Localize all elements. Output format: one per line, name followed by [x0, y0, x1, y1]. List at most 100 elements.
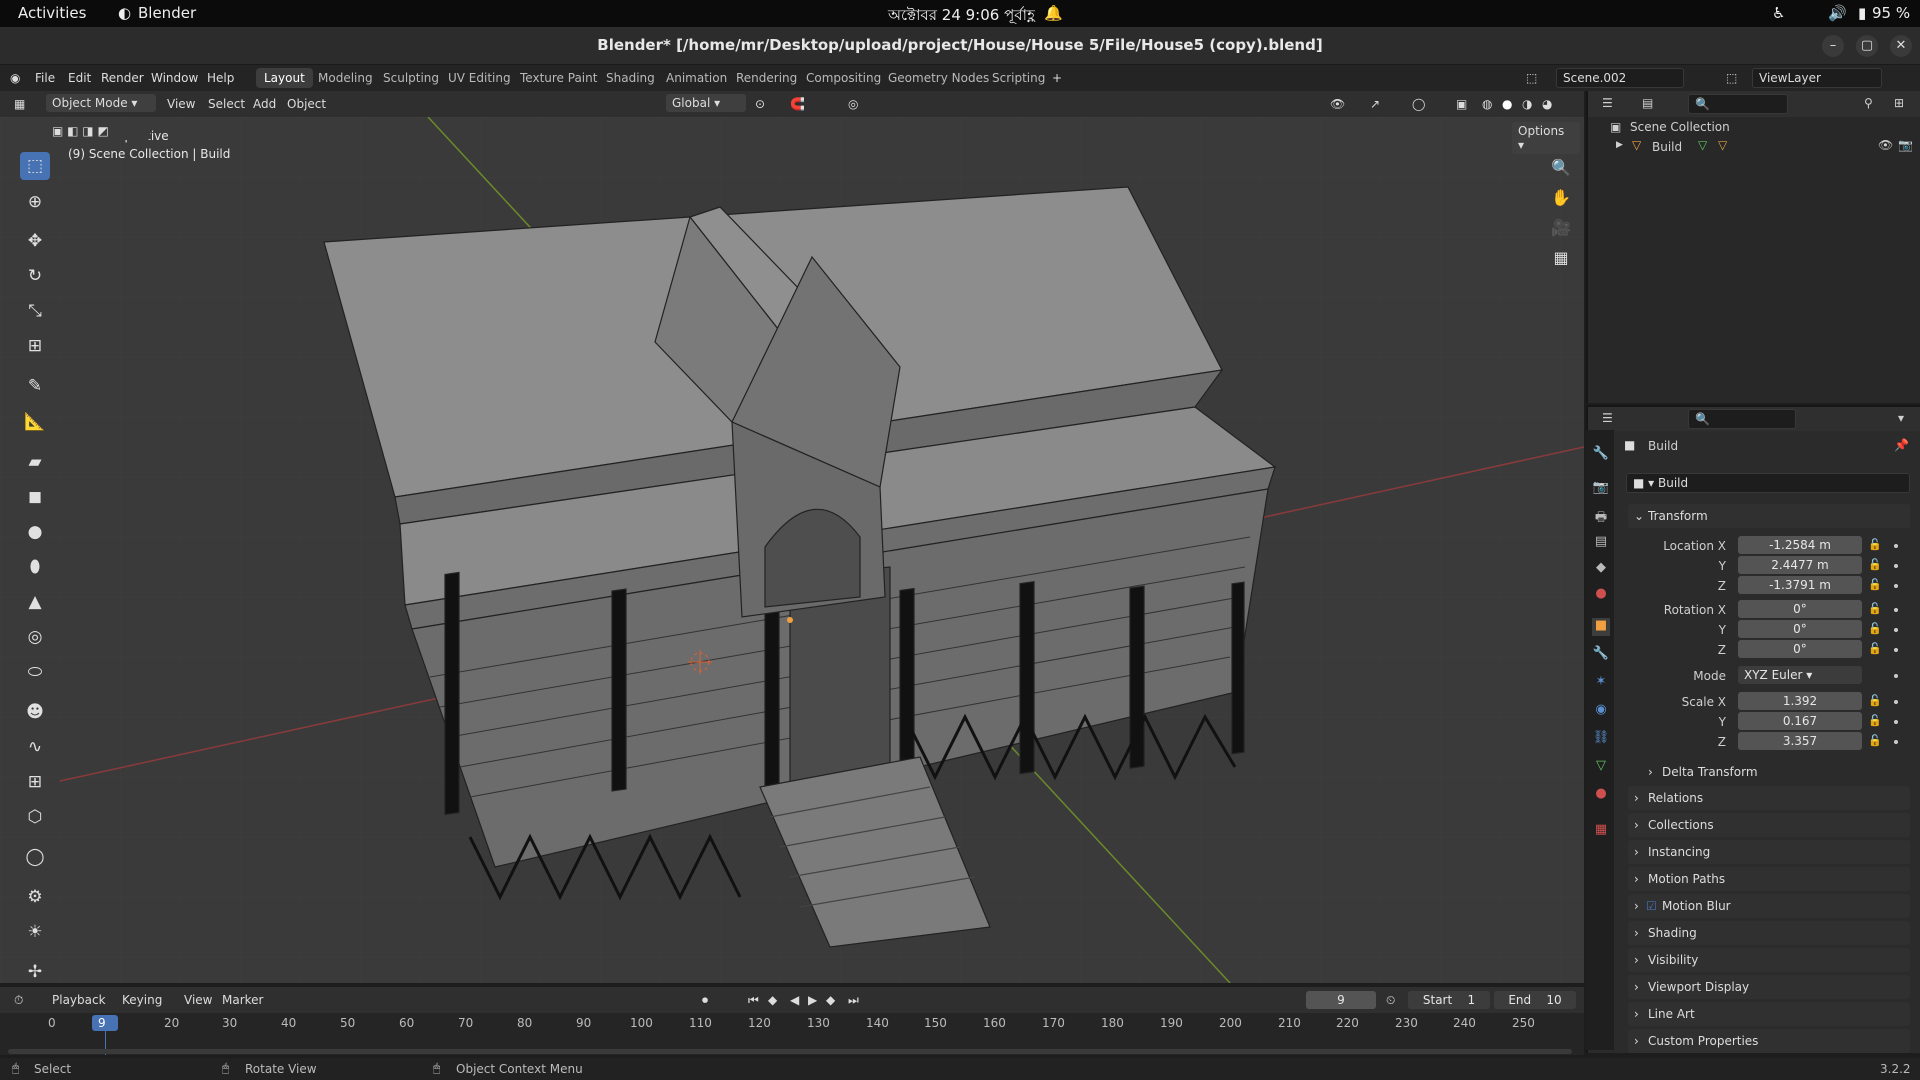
timeline-editor-icon[interactable]: ⏱	[14, 993, 23, 1008]
select-mode-buttons[interactable]: ▣ ◧ ◨ ◩	[46, 122, 150, 140]
keyframe-dot[interactable]	[1894, 564, 1898, 568]
lock-icon[interactable]: 🔓	[1868, 694, 1882, 707]
viewport-display-section[interactable]: › Viewport Display	[1628, 975, 1910, 999]
scale-icon[interactable]: ⤡	[20, 297, 50, 325]
overlay-icon[interactable]: ◯	[1412, 97, 1425, 111]
play-icon[interactable]: ▶	[808, 993, 817, 1007]
rendered-shading-icon[interactable]: ◕	[1542, 97, 1552, 111]
pan-hand-icon[interactable]: ✋	[1548, 185, 1574, 211]
camera-icon[interactable]: 🎥	[1548, 215, 1574, 241]
app-menu[interactable]: Blender	[138, 4, 196, 22]
zoom-icon[interactable]: 🔍	[1548, 155, 1574, 181]
menu-select[interactable]: Select	[208, 97, 245, 111]
activities-button[interactable]: Activities	[18, 4, 86, 22]
timeline-view-menu[interactable]: View	[184, 993, 212, 1007]
keyframe-dot[interactable]	[1894, 544, 1898, 548]
add-cube-icon[interactable]: ◼	[20, 483, 50, 511]
tab-animation[interactable]: Animation	[658, 68, 735, 88]
add-empty-icon[interactable]: ✢	[20, 958, 50, 986]
add-light-icon[interactable]: ☀	[20, 918, 50, 946]
menu-render[interactable]: Render	[101, 71, 144, 85]
mode-selector[interactable]: Object Mode ▾	[46, 94, 156, 112]
xray-icon[interactable]: ▣	[1456, 97, 1467, 111]
location-x-field[interactable]: -1.2584 m	[1738, 536, 1862, 554]
line-art-section[interactable]: › Line Art	[1628, 1002, 1910, 1026]
tab-layout[interactable]: Layout	[256, 68, 313, 88]
properties-editor-icon[interactable]: ☰	[1602, 411, 1613, 425]
tab-compositing[interactable]: Compositing	[798, 68, 889, 88]
world-tab-icon[interactable]: ●	[1592, 586, 1610, 604]
add-cylinder-icon[interactable]: ⬮	[20, 553, 50, 581]
lock-icon[interactable]: 🔓	[1868, 642, 1882, 655]
render-tab-icon[interactable]: 📷	[1592, 480, 1610, 498]
particles-tab-icon[interactable]: ✶	[1592, 674, 1610, 692]
transform-section-header[interactable]: ⌄ Transform	[1628, 504, 1910, 528]
instancing-section[interactable]: › Instancing	[1628, 840, 1910, 864]
add-torus-icon[interactable]: ◎	[20, 623, 50, 651]
location-y-field[interactable]: 2.4477 m	[1738, 556, 1862, 574]
delta-transform-section[interactable]: › Delta Transform	[1628, 760, 1910, 784]
scale-x-field[interactable]: 1.392	[1738, 692, 1862, 710]
add-gear-icon[interactable]: ⚙	[20, 883, 50, 911]
lock-icon[interactable]: 🔓	[1868, 558, 1882, 571]
pivot-icon[interactable]: ⊙	[755, 97, 765, 111]
properties-options-icon[interactable]: ▾	[1898, 411, 1904, 425]
keyframe-dot[interactable]	[1894, 720, 1898, 724]
rotation-z-field[interactable]: 0°	[1738, 640, 1862, 658]
lock-icon[interactable]: 🔓	[1868, 734, 1882, 747]
marker-menu[interactable]: Marker	[222, 993, 263, 1007]
rotation-x-field[interactable]: 0°	[1738, 600, 1862, 618]
keyframe-dot[interactable]	[1894, 740, 1898, 744]
current-frame-field[interactable]: 9	[1306, 991, 1376, 1009]
orientation-selector[interactable]: Global ▾	[666, 94, 746, 112]
transform-icon[interactable]: ⊞	[20, 332, 50, 360]
texture-tab-icon[interactable]: ▦	[1592, 822, 1610, 840]
collections-section[interactable]: › Collections	[1628, 813, 1910, 837]
display-mode-icon[interactable]: ▤	[1642, 96, 1653, 110]
tab-modeling[interactable]: Modeling	[310, 68, 381, 88]
jump-keyframe-forward-icon[interactable]: ◆	[826, 993, 835, 1007]
lock-icon[interactable]: 🔓	[1868, 538, 1882, 551]
tab-geometry-nodes[interactable]: Geometry Nodes	[880, 68, 997, 88]
add-grid-icon[interactable]: ⊞	[20, 768, 50, 796]
new-collection-icon[interactable]: ⊞	[1894, 96, 1904, 110]
data-tab-icon[interactable]: ▽	[1592, 758, 1610, 776]
snap-icon[interactable]: 🧲	[790, 97, 805, 111]
add-plane-icon[interactable]: ▰	[20, 448, 50, 476]
minimize-button[interactable]: –	[1822, 35, 1844, 57]
add-monkey-icon[interactable]: ☻	[20, 698, 50, 726]
lock-icon[interactable]: 🔓	[1868, 622, 1882, 635]
add-workspace-icon[interactable]: +	[1052, 71, 1062, 85]
timeline-scrollbar[interactable]	[8, 1049, 1572, 1054]
pin-icon[interactable]: 📌	[1894, 438, 1909, 452]
auto-keying-icon[interactable]: ⏺	[702, 993, 708, 1008]
view-layer-icon[interactable]: ⬚	[1726, 71, 1737, 85]
outliner-editor-icon[interactable]: ☰	[1602, 96, 1613, 110]
outliner-search[interactable]: 🔍	[1688, 94, 1788, 114]
lock-icon[interactable]: 🔓	[1868, 714, 1882, 727]
eye-icon[interactable]: 👁	[1878, 138, 1893, 152]
expand-arrow-icon[interactable]: ▶	[1616, 140, 1623, 150]
rotation-y-field[interactable]: 0°	[1738, 620, 1862, 638]
filter-icon[interactable]: ⚲	[1864, 96, 1873, 110]
jump-start-icon[interactable]: ⏮	[748, 993, 759, 1008]
scene-tab-icon[interactable]: ◆	[1592, 560, 1610, 578]
keyframe-dot[interactable]	[1894, 648, 1898, 652]
measure-icon[interactable]: 📐	[20, 408, 50, 436]
output-tab-icon[interactable]: 🖶	[1592, 508, 1610, 526]
options-button[interactable]: Options ▾	[1512, 122, 1580, 154]
play-reverse-icon[interactable]: ◀	[790, 993, 799, 1007]
rotate-icon[interactable]: ↻	[20, 262, 50, 290]
add-cone-icon[interactable]: ▲	[20, 588, 50, 616]
object-tab-icon[interactable]: ■	[1592, 618, 1610, 636]
render-camera-icon[interactable]: 📷	[1898, 138, 1913, 152]
object-name-field[interactable]: ■ ▾ Build	[1626, 473, 1910, 493]
outliner-item-build[interactable]: Build	[1652, 140, 1682, 154]
jump-end-icon[interactable]: ⏭	[848, 993, 859, 1008]
keyframe-dot[interactable]	[1894, 628, 1898, 632]
cursor-icon[interactable]: ⊕	[20, 188, 50, 216]
tab-texture-paint[interactable]: Texture Paint	[512, 68, 605, 88]
solid-shading-icon[interactable]: ●	[1502, 97, 1512, 111]
constraints-tab-icon[interactable]: ⛓	[1592, 730, 1610, 748]
add-circle-icon[interactable]: ◯	[20, 843, 50, 871]
